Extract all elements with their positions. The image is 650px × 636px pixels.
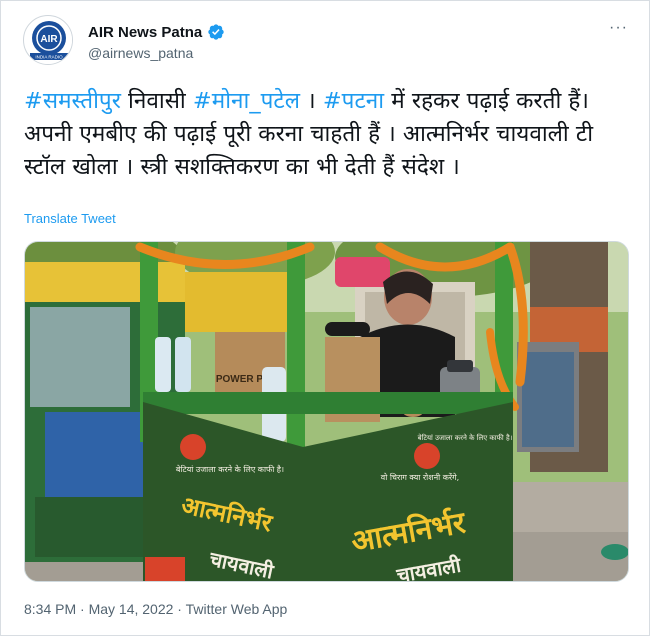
tweet-timestamp[interactable]: 8:34 PM · May 14, 2022 [24,601,173,617]
meta-separator: · [173,601,186,617]
avatar-label: AIR [40,34,58,45]
sign-quote-right-2: बेटियां उजाला करने के लिए काफी है। [418,433,513,442]
sign-quote-left: बेटियां उजाला करने के लिए काफी है। [176,464,284,474]
hashtag-patna[interactable]: #पटना [323,88,384,114]
sign-quote-right-1: वो चिराग क्या रोशनी करेंगे, [381,472,459,482]
account-name-row[interactable]: AIR News Patna [88,23,225,41]
hashtag-mona-patel[interactable]: #मोना_पटेल [193,88,300,114]
tweet-photo[interactable]: POWER PURE बेटियां उजाला करने के लिए काफ [24,241,629,582]
verified-badge-icon [208,24,224,40]
tweet-source[interactable]: Twitter Web App [186,601,288,617]
tweet-card: AIR INDIA RADIO AIR News Patna @airnews_… [0,0,650,636]
display-name[interactable]: AIR News Patna [88,24,202,41]
tweet-text-segment: । [299,88,323,114]
translate-tweet-link[interactable]: Translate Tweet [24,211,116,226]
account-handle[interactable]: @airnews_patna [88,45,193,61]
more-options-icon[interactable]: ··· [609,20,628,36]
avatar-band: INDIA RADIO [35,55,63,60]
tweet-text: #समस्तीपुर निवासी #मोना_पटेल । #पटना में… [24,85,629,184]
avatar[interactable]: AIR INDIA RADIO [23,15,73,65]
tweet-text-segment: निवासी [120,88,193,114]
hashtag-samastipur[interactable]: #समस्तीपुर [24,88,121,114]
tweet-meta: 8:34 PM · May 14, 2022 · Twitter Web App [24,601,287,617]
